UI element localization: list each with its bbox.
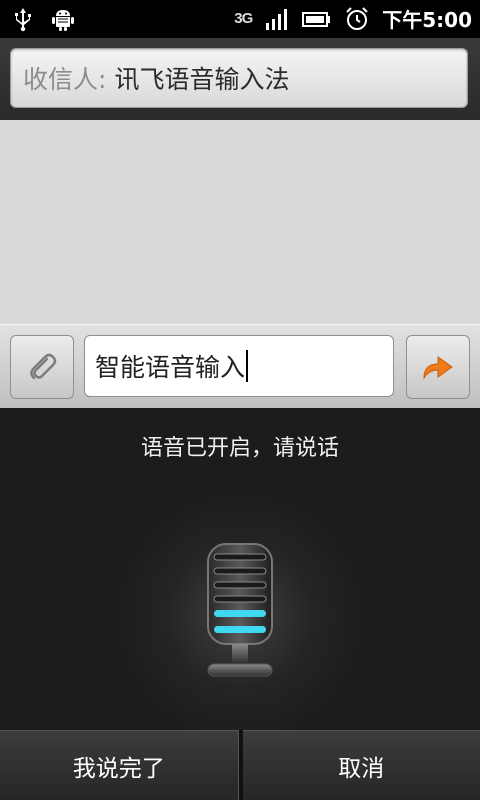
status-bar: 3G 下午5:00 [0,0,480,38]
done-speaking-button[interactable]: 我说完了 [0,730,238,800]
recipient-header: 收信人: 讯飞语音输入法 [0,38,480,120]
signal-icon [266,8,288,30]
microphone-icon [200,540,280,684]
message-area [0,120,480,324]
recipient-value: 讯飞语音输入法 [114,65,290,94]
clock: 下午5:00 [382,8,472,32]
compose-bar: 智能语音输入 [0,324,480,409]
network-type: 3G [234,10,253,27]
send-arrow-icon [423,356,453,380]
android-debug-icon [52,10,74,31]
recipient-label: 收信人: [23,65,107,94]
text-caret [246,350,249,382]
bottom-action-bar: 我说完了 取消 [0,730,480,800]
send-button[interactable] [406,335,470,399]
alarm-icon [346,6,368,30]
attach-button[interactable] [10,335,74,399]
recipient-field[interactable]: 收信人: 讯飞语音输入法 [10,48,468,108]
usb-icon [15,8,31,32]
voice-status-text: 语音已开启，请说话 [140,436,339,461]
message-input[interactable]: 智能语音输入 [84,335,394,397]
paperclip-icon [30,353,57,380]
message-input-text: 智能语音输入 [95,353,246,382]
cancel-button[interactable]: 取消 [242,730,480,800]
voice-input-panel: 语音已开启，请说话 [0,408,480,746]
battery-icon [302,11,331,27]
